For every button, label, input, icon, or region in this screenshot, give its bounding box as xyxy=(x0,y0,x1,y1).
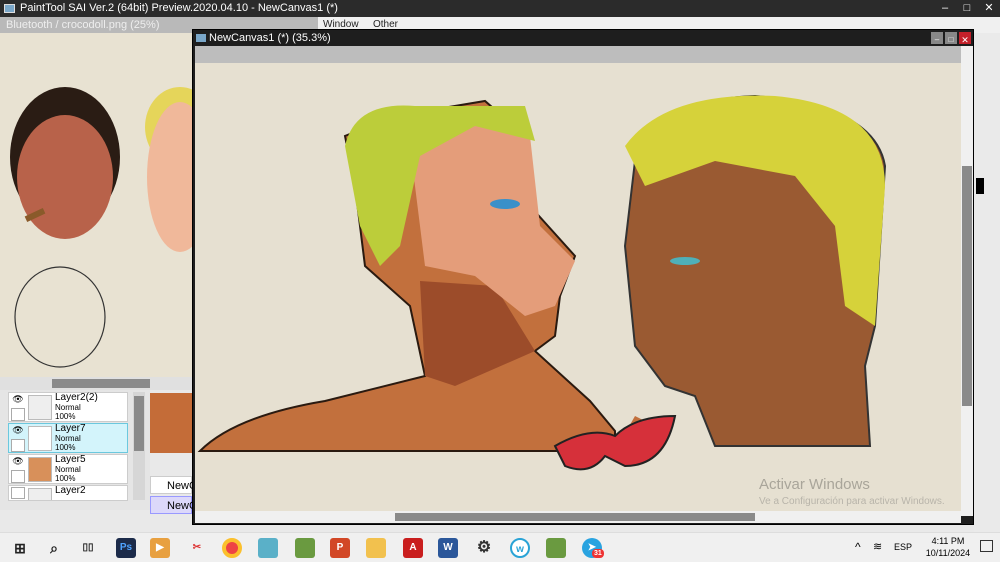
activate-windows-subtitle: Ve a Configuración para activar Windows. xyxy=(759,496,945,507)
powerpoint-icon[interactable]: P xyxy=(330,538,350,558)
minecraft-2-icon[interactable] xyxy=(546,538,566,558)
layer-name: Layer2(2) xyxy=(55,392,98,403)
canvas-title-text: NewCanvas1 (*) (35.3%) xyxy=(209,32,331,44)
scroll-thumb[interactable] xyxy=(52,379,150,388)
clock[interactable]: 4:11 PM 10/11/2024 xyxy=(918,535,978,559)
close-button[interactable]: ✕ xyxy=(978,0,1000,17)
layer-panel: 👁 Layer2(2) Normal 100% 👁 Layer7 Normal 100%… xyxy=(0,390,150,510)
layer-name: Layer5 xyxy=(55,454,86,465)
scroll-thumb[interactable] xyxy=(134,396,144,451)
word-icon[interactable]: W xyxy=(438,538,458,558)
activate-windows-title: Activar Windows xyxy=(759,476,870,493)
acrobat-icon[interactable]: A xyxy=(403,538,423,558)
file-explorer-icon[interactable] xyxy=(366,538,386,558)
canvas-icon xyxy=(196,34,206,42)
app-title: PaintTool SAI Ver.2 (64bit) Preview.2020… xyxy=(20,2,338,14)
layer-scrollbar[interactable] xyxy=(133,392,145,500)
canvas-maximize-button[interactable]: □ xyxy=(945,32,957,44)
layer-thumbnail xyxy=(28,395,52,420)
notifications-icon[interactable] xyxy=(980,540,993,552)
clock-time: 4:11 PM xyxy=(931,536,965,546)
maximize-button[interactable]: □ xyxy=(956,0,978,17)
canvas-vertical-scrollbar[interactable] xyxy=(961,46,973,516)
clock-date: 10/11/2024 xyxy=(925,548,971,558)
task-view-button[interactable]: ▯▯ xyxy=(78,538,98,558)
layer-thumbnail xyxy=(28,488,52,500)
eye-icon[interactable]: 👁 xyxy=(11,456,25,468)
scroll-thumb[interactable] xyxy=(962,166,972,406)
scroll-thumb[interactable] xyxy=(395,513,755,521)
layer-name: Layer2 xyxy=(55,485,86,496)
horizontal-scrollbar[interactable] xyxy=(0,377,192,390)
eye-icon[interactable]: 👁 xyxy=(11,394,25,406)
navigator-preview xyxy=(150,393,192,453)
lock-checkbox[interactable] xyxy=(11,470,25,483)
canvas-window-title: NewCanvas1 (*) (35.3%) – □ ✕ xyxy=(193,30,973,46)
layer-item[interactable]: 👁 Layer5 Normal 100% xyxy=(8,454,128,484)
network-icon[interactable]: ≋ xyxy=(873,540,882,553)
taskbar: ⊞ ⌕ ▯▯ Ps ▶ ✂ P A W ⚙ w ➤ 31 ^ ≋ ESP 4:1… xyxy=(0,532,1000,562)
layer-mode: Normal xyxy=(55,403,81,412)
layer-mode: Normal xyxy=(55,465,81,474)
layer-name: Layer7 xyxy=(55,423,86,434)
snipping-tool-icon[interactable]: ✂ xyxy=(187,538,207,558)
canvas-minimize-button[interactable]: – xyxy=(931,32,943,44)
layer-item-selected[interactable]: 👁 Layer7 Normal 100% xyxy=(8,423,128,453)
visibility-checkbox[interactable] xyxy=(11,487,25,499)
telegram-icon[interactable]: ➤ 31 xyxy=(582,538,604,558)
lock-checkbox[interactable] xyxy=(11,408,25,421)
layer-thumbnail xyxy=(28,457,52,482)
layer-opacity: 100% xyxy=(55,474,76,483)
canvas-horizontal-scrollbar[interactable] xyxy=(195,511,961,523)
layer-mode: Normal xyxy=(55,434,81,443)
layer-item[interactable]: 👁 Layer2(2) Normal 100% xyxy=(8,392,128,422)
drawing-canvas[interactable]: Activar Windows Ve a Configuración para … xyxy=(195,46,961,516)
search-button[interactable]: ⌕ xyxy=(44,538,64,558)
eye-icon[interactable]: 👁 xyxy=(11,425,25,437)
canvas-artwork xyxy=(197,94,887,471)
canvas-tab[interactable]: NewC xyxy=(150,476,197,494)
layer-opacity: 100% xyxy=(55,443,76,452)
photoshop-icon[interactable]: Ps xyxy=(116,538,136,558)
notification-badge: 31 xyxy=(592,549,604,558)
layer-opacity: 100% xyxy=(55,412,76,421)
layer-thumbnail xyxy=(28,426,52,451)
language-indicator[interactable]: ESP xyxy=(894,542,912,552)
minimize-button[interactable]: – xyxy=(934,0,956,17)
canvas-tab-active[interactable]: NewC xyxy=(150,496,197,514)
color-swatch[interactable] xyxy=(976,178,984,194)
settings-icon[interactable]: ⚙ xyxy=(474,538,494,558)
app-titlebar: PaintTool SAI Ver.2 (64bit) Preview.2020… xyxy=(0,0,1000,17)
chevron-up-icon[interactable]: ^ xyxy=(855,540,861,554)
w-app-icon[interactable]: w xyxy=(510,538,530,558)
chrome-icon[interactable] xyxy=(222,538,242,558)
minecraft-icon[interactable] xyxy=(295,538,315,558)
video-icon[interactable]: ▶ xyxy=(150,538,170,558)
right-tool-panel xyxy=(974,33,1000,533)
start-button[interactable]: ⊞ xyxy=(10,538,30,558)
app-icon xyxy=(4,4,15,13)
canvas-close-button[interactable]: ✕ xyxy=(959,32,971,45)
layer-item[interactable]: Layer2 xyxy=(8,485,128,501)
lock-checkbox[interactable] xyxy=(11,439,25,452)
canvas-window: NewCanvas1 (*) (35.3%) – □ ✕ Activar Win… xyxy=(192,29,974,525)
files-icon[interactable] xyxy=(258,538,278,558)
